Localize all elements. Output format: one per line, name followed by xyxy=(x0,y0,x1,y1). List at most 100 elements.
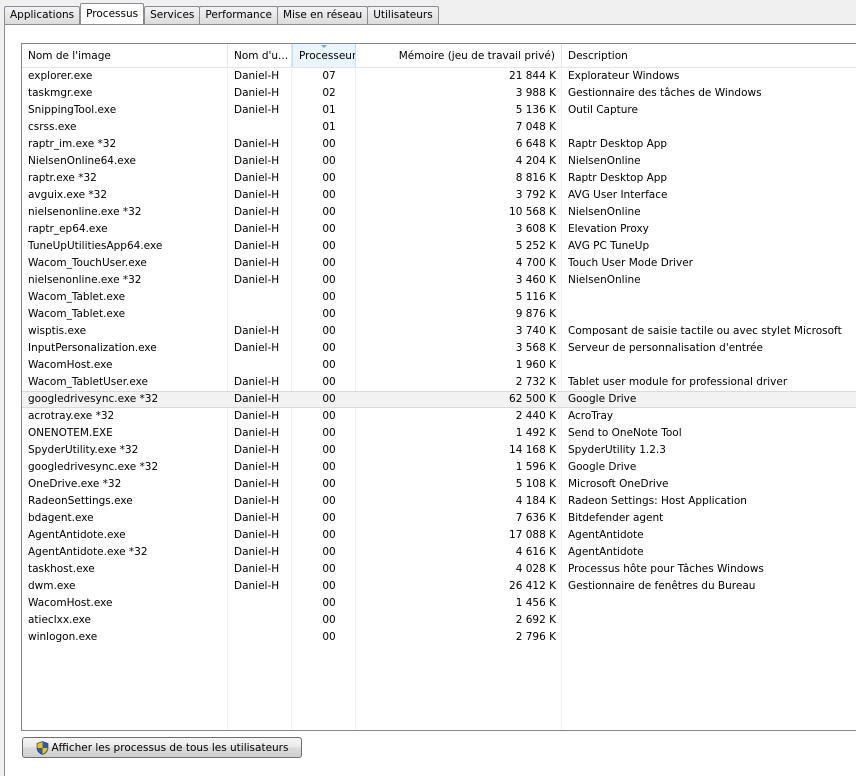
process-description-cell: Tablet user module for professional driv… xyxy=(568,376,788,388)
table-row[interactable]: OneDrive.exe *32 Daniel-H 00 5 108 K Microso… xyxy=(22,476,856,493)
table-row[interactable]: googledrivesync.exe *32 Daniel-H 00 62 500 … xyxy=(22,391,856,408)
table-row[interactable]: Wacom_TouchUser.exe Daniel-H 00 4 700 K Touc… xyxy=(22,255,856,272)
column-header-memory[interactable]: Mémoire (jeu de travail privé) xyxy=(356,44,562,67)
column-header-description[interactable]: Description xyxy=(562,44,856,67)
process-memory-cell: 14 168 K xyxy=(509,444,556,456)
process-name-cell: RadeonSettings.exe xyxy=(28,495,133,507)
process-user-cell: Daniel-H xyxy=(234,257,280,269)
process-user-cell: Daniel-H xyxy=(234,274,280,286)
process-description-cell: AgentAntidote xyxy=(568,546,644,558)
process-user-cell: Daniel-H xyxy=(234,240,280,252)
process-description-cell: NielsenOnline xyxy=(568,155,641,167)
process-cpu-cell: 00 xyxy=(322,546,336,558)
process-cpu-cell: 00 xyxy=(322,614,336,626)
sort-descending-icon xyxy=(321,45,327,48)
process-list[interactable]: Nom de l'image Nom d'u... Processeur Mém… xyxy=(21,43,856,731)
tab-mise-en-reseau[interactable]: Mise en réseau xyxy=(276,6,369,24)
process-cpu-cell: 00 xyxy=(322,444,336,456)
table-row[interactable]: raptr_im.exe *32 Daniel-H 00 6 648 K Raptr D… xyxy=(22,136,856,153)
process-cpu-cell: 00 xyxy=(322,274,336,286)
process-name-cell: raptr_im.exe *32 xyxy=(28,138,117,150)
table-row[interactable]: winlogon.exe 00 2 796 K xyxy=(22,629,856,646)
show-all-users-processes-button[interactable]: Afficher les processus de tous les utili… xyxy=(22,737,302,758)
table-row[interactable]: SnippingTool.exe Daniel-H 01 5 136 K Outil C… xyxy=(22,102,856,119)
process-description-cell: Google Drive xyxy=(568,461,637,473)
table-row[interactable]: InputPersonalization.exe Daniel-H 00 3 568 … xyxy=(22,340,856,357)
table-row[interactable]: AgentAntidote.exe Daniel-H 00 17 088 K Agent… xyxy=(22,527,856,544)
process-description-cell: Explorateur Windows xyxy=(568,70,680,82)
process-cpu-cell: 00 xyxy=(322,376,336,388)
process-memory-cell: 5 252 K xyxy=(515,240,556,252)
process-memory-cell: 4 204 K xyxy=(515,155,556,167)
tab-services[interactable]: Services xyxy=(144,6,201,24)
process-description-cell: Touch User Mode Driver xyxy=(568,257,694,269)
table-row[interactable]: AgentAntidote.exe *32 Daniel-H 00 4 616 K Ag… xyxy=(22,544,856,561)
process-name-cell: WacomHost.exe xyxy=(28,359,113,371)
table-row[interactable]: Wacom_TabletUser.exe Daniel-H 00 2 732 K Tab… xyxy=(22,374,856,391)
table-row[interactable]: atieclxx.exe 00 2 692 K xyxy=(22,612,856,629)
table-row[interactable]: nielsenonline.exe *32 Daniel-H 00 10 568 K N… xyxy=(22,204,856,221)
process-user-cell: Daniel-H xyxy=(234,393,280,405)
process-name-cell: TuneUpUtilitiesApp64.exe xyxy=(28,240,163,252)
tab-applications[interactable]: Applications xyxy=(4,6,81,24)
process-memory-cell: 3 568 K xyxy=(515,342,556,354)
process-description-cell: Processus hôte pour Tâches Windows xyxy=(568,563,764,575)
process-name-cell: atieclxx.exe xyxy=(28,614,92,626)
tab-performance[interactable]: Performance xyxy=(199,6,278,24)
table-row[interactable]: WacomHost.exe 00 1 456 K xyxy=(22,595,856,612)
table-row[interactable]: nielsenonline.exe *32 Daniel-H 00 3 460 K Ni… xyxy=(22,272,856,289)
table-row[interactable]: googledrivesync.exe *32 Daniel-H 00 1 596 K… xyxy=(22,459,856,476)
process-description-cell: AVG User Interface xyxy=(568,189,668,201)
process-name-cell: Wacom_TouchUser.exe xyxy=(28,257,147,269)
process-cpu-cell: 00 xyxy=(322,495,336,507)
tab-utilisateurs[interactable]: Utilisateurs xyxy=(367,6,439,24)
process-name-cell: Wacom_TabletUser.exe xyxy=(28,376,149,388)
table-row[interactable]: bdagent.exe Daniel-H 00 7 636 K Bitdefender … xyxy=(22,510,856,527)
process-memory-cell: 9 876 K xyxy=(515,308,556,320)
table-row[interactable]: raptr.exe *32 Daniel-H 00 8 816 K Raptr Desk… xyxy=(22,170,856,187)
process-memory-cell: 1 960 K xyxy=(515,359,556,371)
table-row[interactable]: raptr_ep64.exe Daniel-H 00 3 608 K Elevation… xyxy=(22,221,856,238)
process-memory-cell: 21 844 K xyxy=(509,70,556,82)
process-memory-cell: 7 048 K xyxy=(515,121,556,133)
process-memory-cell: 10 568 K xyxy=(509,206,556,218)
process-user-cell: Daniel-H xyxy=(234,529,280,541)
column-header-cpu[interactable]: Processeur xyxy=(292,44,356,67)
table-row[interactable]: csrss.exe 01 7 048 K xyxy=(22,119,856,136)
table-row[interactable]: wisptis.exe Daniel-H 00 3 740 K Composant de… xyxy=(22,323,856,340)
table-row[interactable]: Wacom_Tablet.exe 00 9 876 K xyxy=(22,306,856,323)
table-row[interactable]: dwm.exe Daniel-H 00 26 412 K Gestionnaire de… xyxy=(22,578,856,595)
process-user-cell: Daniel-H xyxy=(234,546,280,558)
table-row[interactable]: RadeonSettings.exe Daniel-H 00 4 184 K Radeo… xyxy=(22,493,856,510)
process-memory-cell: 7 636 K xyxy=(515,512,556,524)
table-row[interactable]: WacomHost.exe 00 1 960 K xyxy=(22,357,856,374)
process-user-cell: Daniel-H xyxy=(234,70,280,82)
process-user-cell: Daniel-H xyxy=(234,376,280,388)
table-row[interactable]: Wacom_Tablet.exe 00 5 116 K xyxy=(22,289,856,306)
table-row[interactable]: SpyderUtility.exe *32 Daniel-H 00 14 168 K S… xyxy=(22,442,856,459)
process-cpu-cell: 00 xyxy=(322,189,336,201)
process-user-cell: Daniel-H xyxy=(234,138,280,150)
column-header-user-name[interactable]: Nom d'u... xyxy=(228,44,292,67)
process-memory-cell: 62 500 K xyxy=(509,393,556,405)
process-name-cell: explorer.exe xyxy=(28,70,93,82)
table-row[interactable]: explorer.exe Daniel-H 07 21 844 K Explorateu… xyxy=(22,68,856,85)
process-user-cell: Daniel-H xyxy=(234,563,280,575)
process-memory-cell: 5 108 K xyxy=(515,478,556,490)
table-row[interactable]: TuneUpUtilitiesApp64.exe Daniel-H 00 5 252 … xyxy=(22,238,856,255)
table-row[interactable]: acrotray.exe *32 Daniel-H 00 2 440 K AcroTra… xyxy=(22,408,856,425)
table-row[interactable]: avguix.exe *32 Daniel-H 00 3 792 K AVG User … xyxy=(22,187,856,204)
process-description-cell: AgentAntidote xyxy=(568,529,644,541)
process-description-cell: Raptr Desktop App xyxy=(568,172,668,184)
process-name-cell: Wacom_Tablet.exe xyxy=(28,308,126,320)
table-row[interactable]: ONENOTEM.EXE Daniel-H 00 1 492 K Send to One… xyxy=(22,425,856,442)
table-row[interactable]: taskhost.exe Daniel-H 00 4 028 K Processus h… xyxy=(22,561,856,578)
process-user-cell: Daniel-H xyxy=(234,495,280,507)
process-name-cell: raptr.exe *32 xyxy=(28,172,97,184)
column-header-image-name[interactable]: Nom de l'image xyxy=(22,44,228,67)
tab-processus[interactable]: Processus xyxy=(80,3,145,24)
process-name-cell: nielsenonline.exe *32 xyxy=(28,206,142,218)
table-row[interactable]: taskmgr.exe Daniel-H 02 3 988 K Gestionnaire… xyxy=(22,85,856,102)
table-row[interactable]: NielsenOnline64.exe Daniel-H 00 4 204 K Niel… xyxy=(22,153,856,170)
process-name-cell: WacomHost.exe xyxy=(28,597,113,609)
